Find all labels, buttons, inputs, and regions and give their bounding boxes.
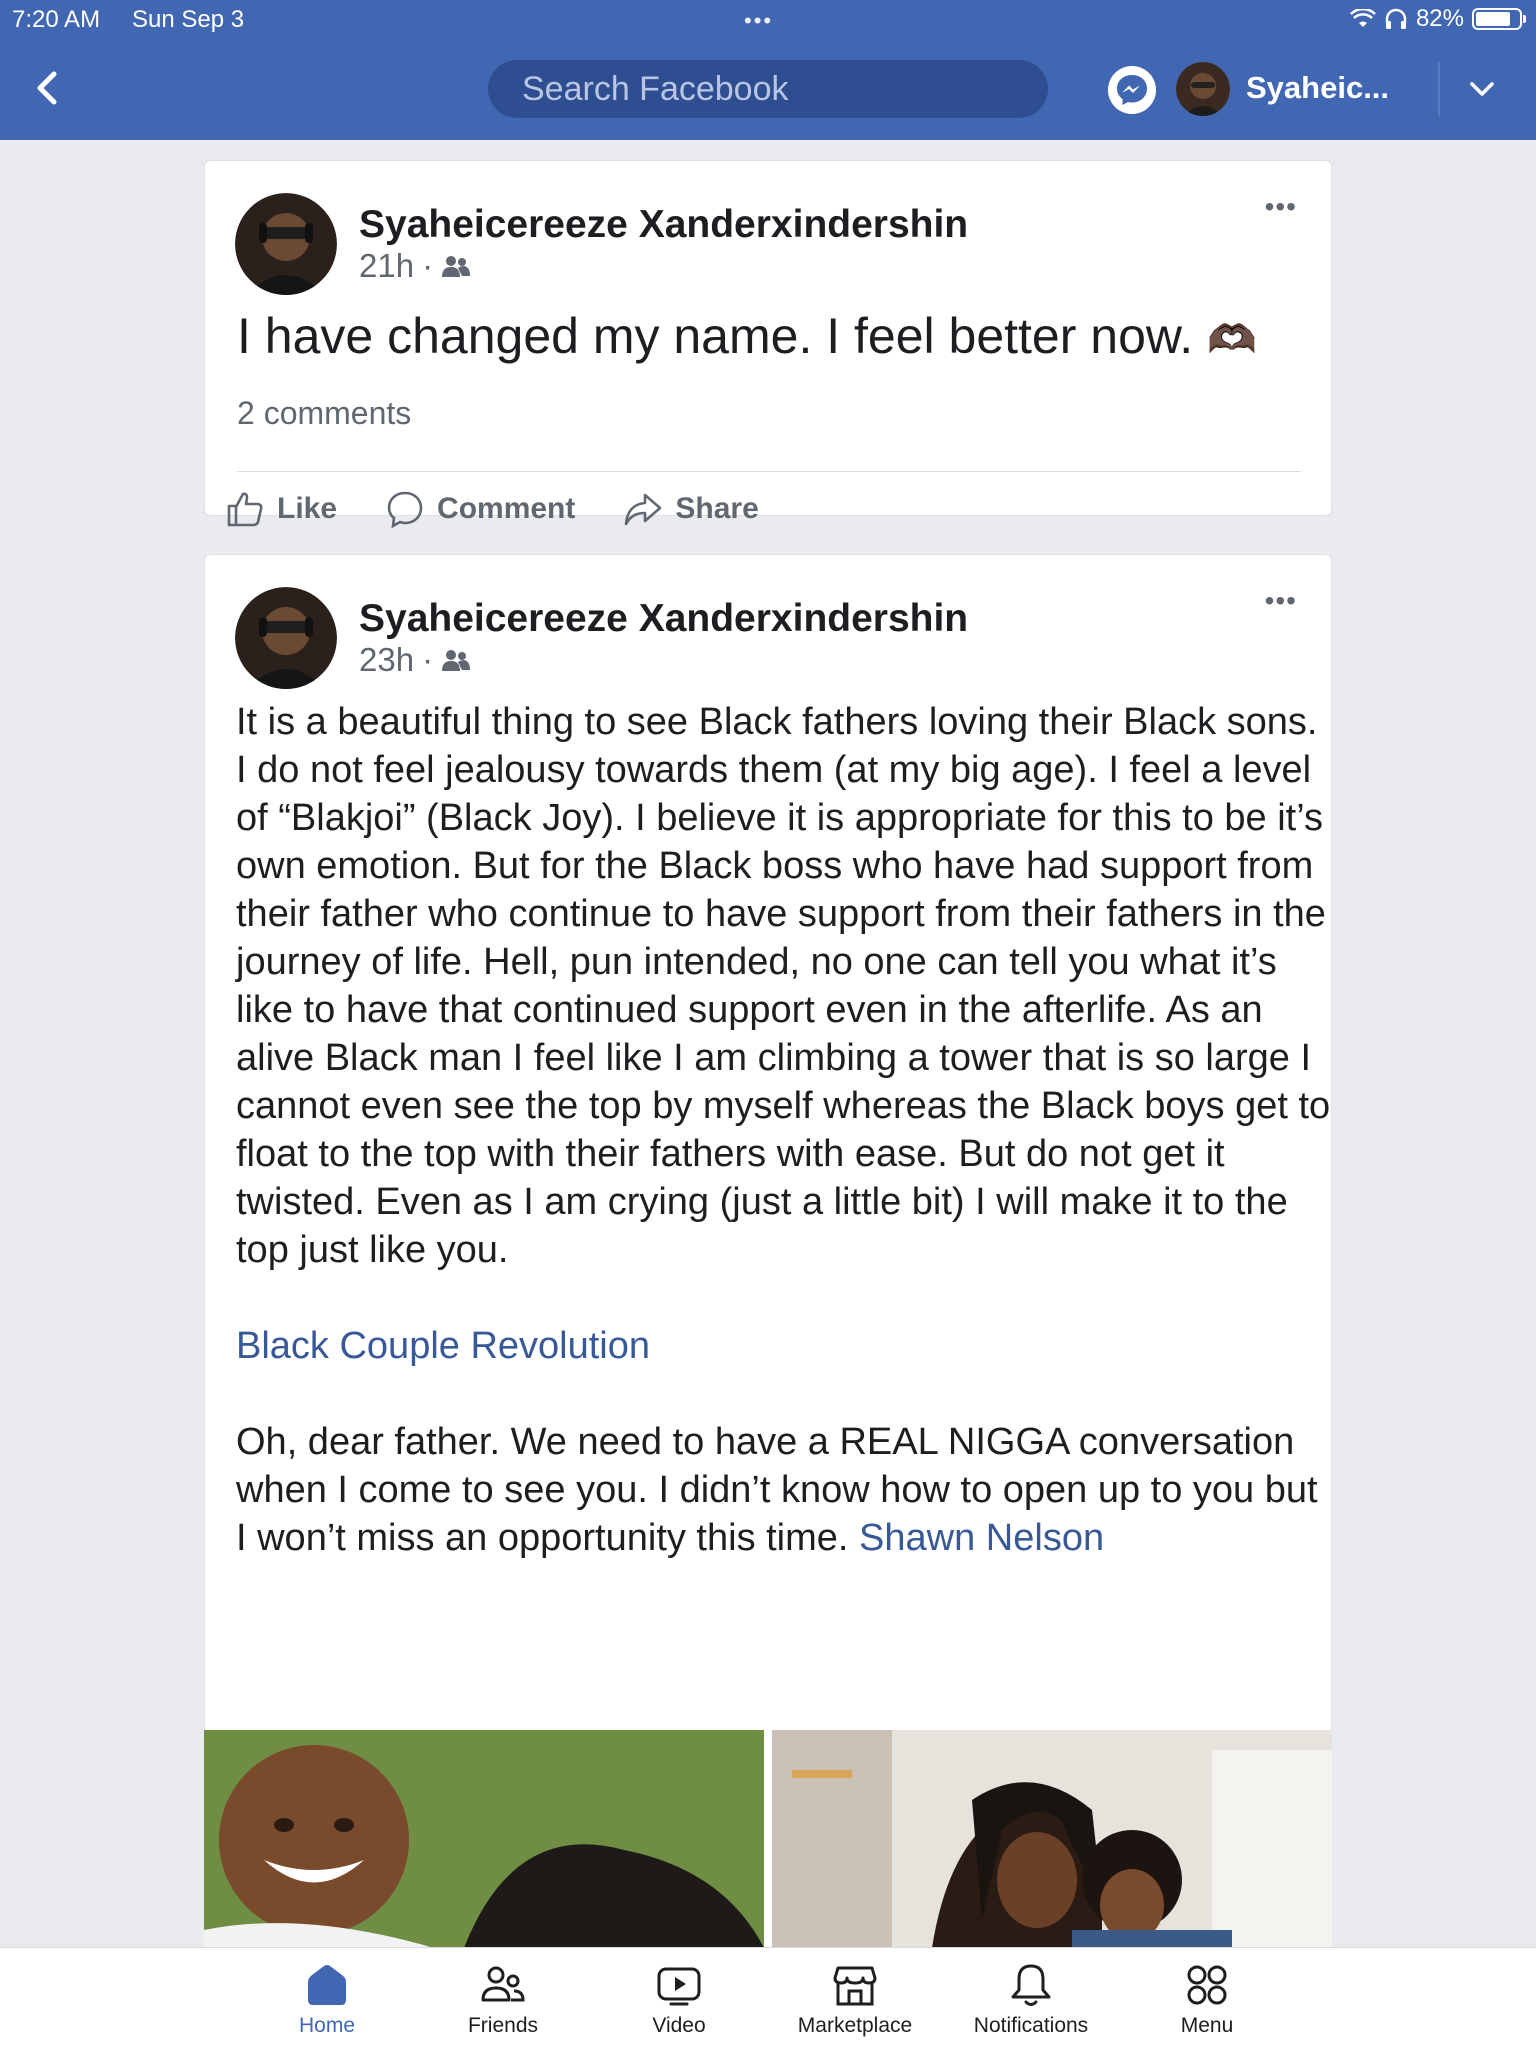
post-time[interactable]: 23h <box>359 641 414 679</box>
tab-label: Home <box>298 2014 356 2037</box>
status-right: 82% <box>1350 5 1526 33</box>
tab-marketplace[interactable]: Marketplace <box>770 1948 940 2048</box>
post-actions: Like Comment Share <box>225 489 759 529</box>
battery-percent: 82% <box>1415 5 1464 32</box>
thumbs-up-icon <box>227 492 263 527</box>
home-icon <box>308 1965 346 2005</box>
tab-label: Marketplace <box>797 2014 913 2037</box>
tab-friends[interactable]: Friends <box>418 1948 588 2048</box>
status-bar: 7:20 AM Sun Sep 3 ••• 82% <box>0 0 1536 40</box>
headphones-icon <box>1385 8 1407 29</box>
post-text: It is a beautiful thing to see Black fat… <box>236 698 1332 1562</box>
friends-icon <box>481 1966 525 2002</box>
meta-dot: · <box>422 641 434 678</box>
header-divider <box>1438 62 1440 116</box>
status-time: 7:20 AM <box>12 6 101 33</box>
top-bar: 7:20 AM Sun Sep 3 ••• 82% Search Faceboo… <box>0 0 1536 140</box>
post-paragraph: Oh, dear father. We need to have a REAL … <box>236 1421 1318 1559</box>
comment-button[interactable]: Comment <box>385 489 575 529</box>
search-input[interactable]: Search Facebook <box>488 60 1048 118</box>
marketplace-icon <box>833 1966 877 2006</box>
profile-avatar[interactable] <box>1176 62 1230 116</box>
tab-menu[interactable]: Menu <box>1122 1948 1292 2048</box>
author-avatar[interactable] <box>235 587 337 689</box>
friends-audience-icon <box>442 650 471 671</box>
bell-icon <box>1011 1964 1051 2006</box>
menu-grid-icon <box>1187 1965 1227 2005</box>
tab-label: Menu <box>1180 2014 1234 2037</box>
post-photo[interactable] <box>204 1730 764 1948</box>
tab-label: Notifications <box>973 2014 1089 2037</box>
back-button[interactable] <box>28 66 68 110</box>
post-meta: 21h · <box>359 247 471 285</box>
post-author[interactable]: Syaheicereeze Xanderxindershin <box>359 597 968 641</box>
wifi-icon <box>1350 9 1376 27</box>
tab-notifications[interactable]: Notifications <box>946 1948 1116 2048</box>
comments-count[interactable]: 2 comments <box>237 395 411 432</box>
post-author[interactable]: Syaheicereeze Xanderxindershin <box>359 203 968 247</box>
tab-label: Video <box>652 2014 706 2037</box>
post-body: I have changed my name. I feel better no… <box>237 308 1194 364</box>
post-options-button[interactable]: ••• <box>1265 191 1297 223</box>
comment-label: Comment <box>437 492 576 525</box>
status-date: Sun Sep 3 <box>132 6 245 33</box>
post-divider <box>237 471 1301 472</box>
like-label: Like <box>277 492 338 525</box>
video-icon <box>657 1967 701 2006</box>
post-options-button[interactable]: ••• <box>1265 585 1297 617</box>
heart-hands-emoji: 🫶🏿 <box>1207 318 1257 362</box>
post-text: I have changed my name. I feel better no… <box>237 307 1301 365</box>
battery-icon <box>1472 8 1526 30</box>
author-avatar[interactable] <box>235 193 337 295</box>
page-link[interactable]: Black Couple Revolution <box>236 1325 650 1367</box>
tab-home[interactable]: Home <box>242 1948 412 2048</box>
chevron-down-icon[interactable] <box>1462 72 1502 108</box>
post-photo[interactable] <box>772 1730 1332 1948</box>
post-meta: 23h · <box>359 641 471 679</box>
comment-icon <box>387 491 423 529</box>
messenger-icon[interactable] <box>1108 66 1156 114</box>
bottom-tab-bar: Home Friends Video Marketplace Notificat… <box>0 1947 1536 2048</box>
tab-video[interactable]: Video <box>594 1948 764 2048</box>
profile-name[interactable]: Syaheic... <box>1246 70 1389 106</box>
friends-audience-icon <box>442 256 471 277</box>
share-label: Share <box>675 492 759 525</box>
tab-label: Friends <box>467 2014 539 2037</box>
multitask-dots[interactable]: ••• <box>744 8 773 34</box>
post-card: Syaheicereeze Xanderxindershin 21h · •••… <box>204 160 1332 529</box>
share-button[interactable]: Share <box>623 489 759 529</box>
mention-link[interactable]: Shawn Nelson <box>859 1517 1104 1559</box>
post-paragraph: It is a beautiful thing to see Black fat… <box>236 701 1331 1271</box>
like-button[interactable]: Like <box>225 489 337 529</box>
share-icon <box>625 493 662 526</box>
meta-dot: · <box>422 247 434 284</box>
post-time[interactable]: 21h <box>359 247 414 285</box>
